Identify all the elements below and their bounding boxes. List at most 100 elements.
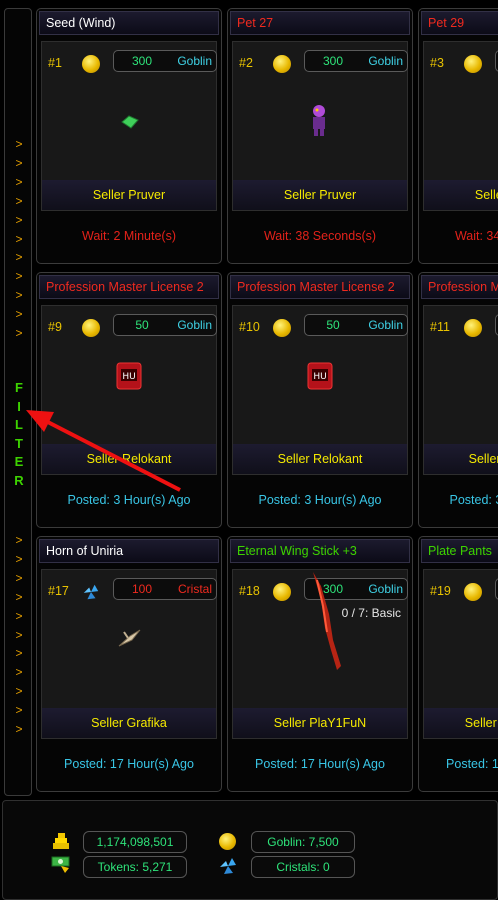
coin-icon bbox=[82, 319, 100, 337]
listing-body[interactable]: #10 50 Goblin HU Seller Relokant bbox=[232, 305, 408, 475]
listing-body[interactable]: #19 Seller PlaY1FuN bbox=[423, 569, 498, 739]
listing-body[interactable]: #1 300 Goblin Seller Pruver bbox=[41, 41, 217, 211]
listing-title: Profession Master License 2 bbox=[230, 275, 410, 299]
license-book-icon: HU bbox=[307, 362, 333, 390]
listing-body[interactable]: #18 300 Goblin 0 / 7: Basic Seller PlaY1FuN bbox=[232, 569, 408, 739]
price-box: 100 Cristal bbox=[113, 578, 217, 600]
price-amount: 300 bbox=[322, 54, 344, 68]
cristals-balance: Cristals: 0 bbox=[251, 856, 355, 878]
price-amount: 50 bbox=[326, 318, 340, 332]
listing-status: Posted: 17 Hour(s) Ago bbox=[446, 757, 498, 771]
listing-title: Profession Master License 2 bbox=[421, 275, 498, 299]
listing-card[interactable]: Profession Master License 2 #11 Seller Rel… bbox=[418, 272, 498, 528]
seller-name: Seller Grafika bbox=[42, 708, 216, 738]
price-amount: 300 bbox=[131, 54, 153, 68]
listing-card[interactable]: Eternal Wing Stick +3 #18 300 Goblin 0 / 7: … bbox=[227, 536, 413, 792]
listing-number: #2 bbox=[239, 56, 253, 70]
listing-title: Plate Pants bbox=[421, 539, 498, 563]
item-image bbox=[116, 626, 142, 655]
listing-body[interactable]: #17 100 Cristal Seller Grafika bbox=[41, 569, 217, 739]
seed-item-icon bbox=[121, 115, 139, 129]
chevron-right-icon: > bbox=[15, 174, 23, 189]
filter-label: FILTER bbox=[5, 379, 33, 491]
market-listing-grid: Seed (Wind) #1 300 Goblin Seller Pruver Wait:… bbox=[36, 8, 498, 800]
chevron-right-icon: > bbox=[15, 627, 23, 642]
listing-card[interactable]: Pet 27 #2 300 Goblin Seller Pruver Wait: 38 S… bbox=[227, 8, 413, 264]
wing-stick-item-icon bbox=[313, 572, 341, 670]
chevron-right-icon: > bbox=[15, 703, 23, 718]
listing-body[interactable]: #11 Seller Relokant bbox=[423, 305, 498, 475]
listing-status: Posted: 17 Hour(s) Ago bbox=[255, 757, 385, 771]
zen-balance: 1,174,098,501 bbox=[83, 831, 187, 853]
listing-body[interactable]: #3 Seller Pruver bbox=[423, 41, 498, 211]
listing-status: Posted: 3 Hour(s) Ago bbox=[449, 493, 498, 507]
price-currency: Goblin bbox=[368, 54, 403, 68]
filter-letter: F bbox=[15, 380, 23, 395]
listing-status: Posted: 3 Hour(s) Ago bbox=[67, 493, 191, 507]
listing-number: #1 bbox=[48, 56, 62, 70]
listing-card[interactable]: Plate Pants #19 Seller PlaY1FuN Posted: 17 … bbox=[418, 536, 498, 792]
item-image: HU bbox=[307, 362, 333, 395]
svg-text:HU: HU bbox=[122, 372, 135, 382]
price-box: 300 Goblin bbox=[113, 50, 217, 72]
seller-name: Seller Pruver bbox=[233, 180, 407, 210]
item-image bbox=[307, 570, 347, 679]
listing-title: Pet 27 bbox=[230, 11, 410, 35]
chevron-right-icon: > bbox=[15, 608, 23, 623]
filter-chevrons-top: > > > > > > > > > > > bbox=[5, 135, 33, 343]
listing-card[interactable]: Horn of Uniria #17 100 Cristal Seller Grafik… bbox=[36, 536, 222, 792]
seller-name: Seller PlaY1FuN bbox=[233, 708, 407, 738]
price-currency: Goblin bbox=[177, 318, 212, 332]
chevron-right-icon: > bbox=[15, 570, 23, 585]
chevron-right-icon: > bbox=[15, 269, 23, 284]
tokens-balance: Tokens: 5,271 bbox=[83, 856, 187, 878]
cristal-icon bbox=[83, 584, 99, 600]
filter-sidebar[interactable]: > > > > > > > > > > > FILTER > > > > > > > > > > > bbox=[4, 8, 32, 796]
chevron-right-icon: > bbox=[15, 665, 23, 680]
chevron-right-icon: > bbox=[15, 250, 23, 265]
filter-letter: E bbox=[14, 454, 24, 470]
listing-card[interactable]: Profession Master License 2 #10 50 Goblin HU… bbox=[227, 272, 413, 528]
listing-title: Eternal Wing Stick +3 bbox=[230, 539, 410, 563]
listing-status: Posted: 17 Hour(s) Ago bbox=[64, 757, 194, 771]
listing-number: #10 bbox=[239, 320, 260, 334]
zen-icon bbox=[53, 833, 69, 849]
listing-status: Wait: 34 Seconds(s) bbox=[454, 229, 498, 243]
chevron-right-icon: > bbox=[15, 684, 23, 699]
goblin-coin-icon bbox=[219, 833, 236, 850]
item-image bbox=[120, 114, 140, 135]
listing-body[interactable]: #2 300 Goblin Seller Pruver bbox=[232, 41, 408, 211]
chevron-right-icon: > bbox=[15, 326, 23, 341]
filter-letter: I bbox=[17, 398, 21, 414]
listing-card[interactable]: Seed (Wind) #1 300 Goblin Seller Pruver Wait:… bbox=[36, 8, 222, 264]
price-box: 50 Goblin bbox=[304, 314, 408, 336]
listing-number: #18 bbox=[239, 584, 260, 598]
price-currency: Goblin bbox=[368, 582, 403, 596]
svg-text:HU: HU bbox=[313, 372, 326, 382]
chevron-right-icon: > bbox=[15, 137, 23, 151]
price-box: 300 Goblin bbox=[304, 50, 408, 72]
item-image: HU bbox=[116, 362, 142, 395]
seller-name: Seller Relokant bbox=[233, 444, 407, 474]
price-currency: Cristal bbox=[177, 582, 212, 596]
listing-title: Horn of Uniria bbox=[39, 539, 219, 563]
seller-name: Seller Pruver bbox=[424, 180, 498, 210]
seller-name: Seller Relokant bbox=[424, 444, 498, 474]
coin-icon bbox=[464, 583, 482, 601]
chevron-right-icon: > bbox=[15, 533, 23, 547]
listing-status: Posted: 3 Hour(s) Ago bbox=[258, 493, 382, 507]
listing-status: Wait: 2 Minute(s) bbox=[81, 229, 176, 243]
listing-card[interactable]: Profession Master License 2 #9 50 Goblin HU S… bbox=[36, 272, 222, 528]
listing-card[interactable]: Pet 29 #3 Seller Pruver Wait: 34 Seconds(s) bbox=[418, 8, 498, 264]
filter-chevrons-bottom: > > > > > > > > > > > bbox=[5, 531, 33, 739]
listing-body[interactable]: #9 50 Goblin HU Seller Relokant bbox=[41, 305, 217, 475]
filter-letter: T bbox=[15, 435, 23, 451]
chevron-right-icon: > bbox=[15, 646, 23, 661]
listing-number: #19 bbox=[430, 584, 451, 598]
chevron-right-icon: > bbox=[15, 288, 23, 303]
chevron-right-icon: > bbox=[15, 193, 23, 208]
cristal-icon bbox=[220, 858, 236, 874]
listing-number: #17 bbox=[48, 584, 69, 598]
license-book-icon: HU bbox=[116, 362, 142, 390]
price-box: 50 Goblin bbox=[113, 314, 217, 336]
